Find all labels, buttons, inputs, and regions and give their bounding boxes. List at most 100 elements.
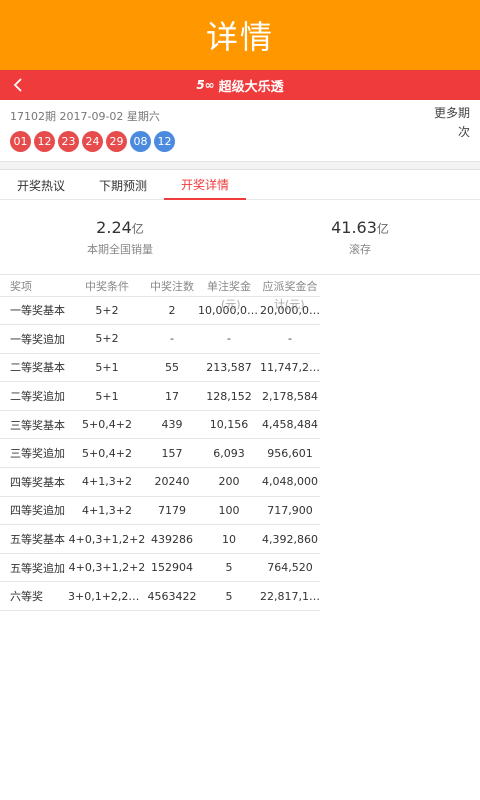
winner-count: 55 (146, 352, 198, 382)
prize-condition: 4+1,3+2 (68, 495, 146, 525)
prize-name: 四等奖基本 (0, 467, 68, 497)
prize-name: 二等奖追加 (0, 381, 68, 411)
prize-name: 二等奖基本 (0, 352, 68, 382)
pool-unit: 亿 (376, 222, 389, 236)
total-prize: - (260, 324, 320, 354)
more-draws-label: 更多期 (434, 106, 471, 120)
prize-condition: 5+0,4+2 (68, 409, 146, 439)
prize-name: 六等奖 (0, 581, 68, 612)
prize-name: 五等奖追加 (0, 552, 68, 582)
winner-count: 152904 (146, 552, 198, 582)
winner-count: 439 (146, 409, 198, 439)
single-prize: 213,587 (198, 352, 260, 382)
col-condition: 中奖条件 (85, 280, 129, 293)
single-prize: 10 (198, 524, 260, 554)
col-total-prize-unit: 计(元) (274, 298, 305, 311)
page-title: 详情 (0, 0, 480, 70)
total-prize: 717,900 (260, 495, 320, 525)
single-prize: - (198, 324, 260, 354)
prize-name: 五等奖基本 (0, 524, 68, 554)
nav-bar: 5∞ 超级大乐透 (0, 70, 480, 100)
table-row: 三等奖基本 5+0,4+2 439 10,156 4,458,484 (0, 409, 320, 439)
col-single-prize: 单注奖金 (207, 280, 251, 293)
table-row: 六等奖3+0,1+2,2+1,...4563422522,817,110 (0, 581, 320, 612)
lottery-name: 超级大乐透 (218, 79, 284, 95)
total-prize: 956,601 (260, 438, 320, 468)
prize-condition: 5+1 (68, 381, 146, 411)
pool-block: 41.63亿 滚存 (280, 218, 440, 257)
single-prize: 5 (198, 552, 260, 582)
back-button[interactable] (6, 74, 30, 96)
winner-count: 20240 (146, 467, 198, 497)
single-prize: 6,093 (198, 438, 260, 468)
more-draws-link[interactable]: 更多期 次 (434, 104, 470, 142)
single-prize: 10,156 (198, 409, 260, 439)
table-row: 二等奖基本 5+1 55 213,587 11,747,285 (0, 352, 320, 382)
col-prize: 奖项 (10, 280, 32, 293)
single-prize: 5 (198, 581, 260, 612)
red-ball: 23 (58, 131, 79, 152)
winner-count: 439286 (146, 524, 198, 554)
table-row: 五等奖基本 4+0,3+1,2+2 439286 10 4,392,860 (0, 524, 320, 554)
single-prize: 128,152 (198, 381, 260, 411)
prize-name: 一等奖追加 (0, 324, 68, 354)
winner-count: 7179 (146, 495, 198, 525)
prize-condition: 4+1,3+2 (68, 467, 146, 497)
prize-table: 奖项 中奖条件 中奖注数 单注奖金 应派奖金合 一等奖基本 5+2 2 10,000,… (0, 275, 320, 612)
table-row: 二等奖追加 5+1 17 128,152 2,178,584 (0, 381, 320, 411)
red-ball: 01 (10, 131, 31, 152)
sales-value: 2.24 (96, 218, 132, 237)
total-prize: 764,520 (260, 552, 320, 582)
tab-prediction[interactable]: 下期预测 (82, 170, 164, 200)
col-single-prize-unit: (元) (221, 298, 241, 311)
winner-count: - (146, 324, 198, 354)
prize-condition: 5+2 (68, 295, 146, 325)
table-row: 四等奖追加 4+1,3+2 7179 100 717,900 (0, 495, 320, 525)
pool-value: 41.63 (331, 218, 377, 237)
table-row: 五等奖追加 4+0,3+1,2+2 152904 5 764,520 (0, 552, 320, 582)
winner-count: 157 (146, 438, 198, 468)
red-ball: 29 (106, 131, 127, 152)
winner-count: 17 (146, 381, 198, 411)
pool-label: 滚存 (349, 243, 371, 256)
prize-condition: 4+0,3+1,2+2 (68, 552, 146, 582)
sales-unit: 亿 (131, 222, 144, 236)
blue-ball: 08 (130, 131, 151, 152)
prize-condition: 5+1 (68, 352, 146, 382)
table-row: 一等奖基本 5+2 2 10,000,000 20,000,000 (0, 295, 320, 325)
total-prize: 11,747,285 (260, 352, 320, 382)
winner-count: 4563422 (146, 581, 198, 612)
draw-meta: 17102期 2017-09-02 星期六 (10, 110, 160, 123)
table-row: 三等奖追加 5+0,4+2 157 6,093 956,601 (0, 438, 320, 468)
tab-draw-details[interactable]: 开奖详情 (164, 170, 246, 200)
nav-title: 5∞ 超级大乐透 (196, 76, 283, 95)
total-prize: 4,392,860 (260, 524, 320, 554)
prize-condition: 5+2 (68, 324, 146, 354)
prize-name: 四等奖追加 (0, 495, 68, 525)
sales-summary: 2.24亿 本期全国销量 41.63亿 滚存 (0, 200, 480, 275)
single-prize: 200 (198, 467, 260, 497)
blue-ball: 12 (154, 131, 175, 152)
total-prize: 4,048,000 (260, 467, 320, 497)
single-prize: 100 (198, 495, 260, 525)
chevron-left-icon (13, 78, 22, 92)
prize-condition: 5+0,4+2 (68, 438, 146, 468)
section-divider (0, 162, 480, 170)
tab-bar: 开奖热议 下期预测 开奖详情 (0, 170, 480, 200)
winner-count: 2 (146, 295, 198, 325)
prize-name: 一等奖基本 (0, 295, 68, 325)
prize-condition: 4+0,3+1,2+2 (68, 524, 146, 554)
prize-name: 三等奖追加 (0, 438, 68, 468)
prize-name: 三等奖基本 (0, 409, 68, 439)
sales-block: 2.24亿 本期全国销量 (40, 218, 200, 257)
sales-label: 本期全国销量 (87, 243, 153, 256)
tab-discussion[interactable]: 开奖热议 (0, 170, 82, 200)
more-draws-label-2: 次 (457, 125, 470, 139)
col-count: 中奖注数 (150, 280, 194, 293)
total-prize: 4,458,484 (260, 409, 320, 439)
red-ball: 24 (82, 131, 103, 152)
col-total-prize: 应派奖金合 (262, 280, 318, 293)
brand-logo: 5∞ (196, 78, 215, 92)
total-prize: 22,817,110 (260, 581, 320, 612)
total-prize: 2,178,584 (260, 381, 320, 411)
